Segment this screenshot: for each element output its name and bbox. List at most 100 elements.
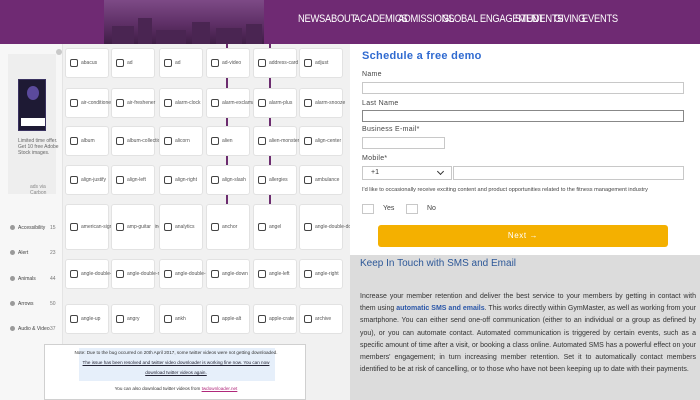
icon-tile[interactable]: allergies [253,165,297,195]
icon-tile[interactable]: align-slash [206,165,250,195]
icon-tile[interactable]: angle-right [299,259,343,289]
icon-tile[interactable]: ad [159,48,203,78]
email-field[interactable] [362,137,445,149]
icon-tile[interactable]: align-right [159,165,203,195]
icon-tile[interactable]: align-left [111,165,155,195]
angle-double-left-icon [70,270,78,278]
icon-tile[interactable]: angle-double-right [111,259,167,289]
icon-tile-label: alarm-plus [269,100,293,106]
sidebar-item-animals[interactable]: Animals 44 [4,273,62,285]
icon-tile-label: alarm-snooze [315,100,346,106]
icon-tile[interactable]: apple-alt [206,304,250,334]
icon-tile[interactable]: archive [299,304,343,334]
sms-email-link[interactable]: automatic SMS and emails [396,305,484,312]
country-code-select[interactable]: +1 [362,166,452,180]
ankh-icon [164,315,172,323]
abacus-icon [70,59,78,67]
icon-tile[interactable]: angle-down [206,259,250,289]
last-name-field[interactable] [362,110,684,122]
nav-academics[interactable]: ACADEMICS [354,13,408,31]
icon-tile[interactable]: album [65,126,109,156]
icon-tile-label: angle-down [222,271,248,277]
name-field[interactable] [362,82,684,94]
nav-global-engagement[interactable]: GLOBAL ENGAGEMENT [442,13,544,31]
no-radio[interactable] [406,204,418,214]
sidebar-item-count: 50 [50,301,56,307]
analytics-icon [164,223,172,231]
nav-students[interactable]: STUDENTS [515,13,564,31]
icon-tile[interactable]: alarm-clock [159,88,203,118]
sidebar-item-accessibility[interactable]: Accessibility 15 [4,222,62,234]
align-right-icon [164,176,172,184]
icon-tile[interactable]: alien [206,126,250,156]
icon-tile[interactable]: angle-double-down [299,204,350,250]
angry-icon [116,315,124,323]
category-icon [10,326,15,331]
sidebar-item-arrows[interactable]: Arrows 50 [4,298,62,310]
ad-caption[interactable]: Limited time offer. Get 10 free Adobe St… [18,138,62,156]
sidebar-item-count: 15 [50,225,56,231]
notice-line: download twitter videos again. [145,370,207,375]
apple-crate-icon [258,315,266,323]
ad-credit[interactable]: ads via Carbon [30,184,56,196]
icon-tile-label: angry [127,316,140,322]
icon-tile[interactable]: angle-double-up [159,259,211,289]
icon-tile[interactable]: anchor [206,204,250,250]
icon-tile[interactable]: ambulance [299,165,343,195]
icon-tile[interactable]: adjust [299,48,343,78]
icon-tile-label: air-freshener [127,100,156,106]
address-card-icon [258,59,266,67]
icon-tile[interactable]: apple-crate [253,304,297,334]
icon-tile[interactable]: align-justify [65,165,109,195]
icon-tile[interactable]: alicorn [159,126,203,156]
icon-tile-label: angel [269,224,282,230]
sidebar-item-label: Audio & Video [18,326,50,332]
next-button[interactable]: Next → [378,225,668,247]
icon-tile[interactable]: analytics [159,204,203,250]
notice-line: The issue has been resolved and twitter … [82,360,270,365]
allergies-icon [258,176,266,184]
icon-tile[interactable]: align-center [299,126,343,156]
mobile-field[interactable] [453,166,684,180]
icon-tile[interactable]: ad [111,48,155,78]
icon-tile[interactable]: angel [253,204,297,250]
icon-tile[interactable]: ad-video [206,48,250,78]
align-left-icon [116,176,124,184]
icon-tile[interactable]: angry [111,304,155,334]
alarm-exclamation-icon [211,99,219,107]
icon-tile[interactable]: air-freshener [111,88,155,118]
icon-tile[interactable]: angle-up [65,304,109,334]
icon-tile[interactable]: abacus [65,48,109,78]
icon-tile[interactable]: amp-guitar [111,204,155,250]
icon-tile[interactable]: ankh [159,304,203,334]
icon-tile[interactable]: angle-double-left [65,259,118,289]
nav-events[interactable]: EVENTS [582,13,618,31]
icon-tile[interactable]: address-card [253,48,299,78]
icon-tile-label: air-conditioner [81,100,113,106]
sidebar-item-audio-video[interactable]: Audio & Video 37 [4,323,62,335]
ad-image[interactable] [18,79,46,131]
icon-tile[interactable]: alien-monster [253,126,299,156]
icon-tile[interactable]: album-collection [111,126,163,156]
icon-tile[interactable]: air-conditioner [65,88,113,118]
nav-news[interactable]: NEWS [298,13,325,31]
icon-tile[interactable]: angle-left [253,259,297,289]
icon-tile-label: address-card [269,60,299,66]
twdownloader-link[interactable]: twdownloader.net [202,386,238,391]
nav-admissions[interactable]: ADMISSIONS [398,13,454,31]
sidebar-item-label: Animals [18,276,36,282]
nav-about[interactable]: ABOUT [325,13,356,31]
icon-tile-label: ad [127,60,133,66]
nav-giving[interactable]: GIVING [554,13,585,31]
yes-radio[interactable] [362,204,374,214]
yes-label: Yes [383,205,395,212]
carbon-ad[interactable]: Limited time offer. Get 10 free Adobe St… [8,54,59,196]
alien-icon [211,137,219,145]
icon-tile[interactable]: alarm-snooze [299,88,346,118]
icon-tile[interactable]: alarm-plus [253,88,297,118]
page-root: NEWS ABOUT ACADEMICS ADMISSIONS GLOBAL E… [0,0,700,400]
icon-tile[interactable]: alarm-exclamation [206,88,263,118]
alicorn-icon [164,137,172,145]
icon-tile[interactable]: american-sign-language-interpreting [65,204,161,250]
sidebar-item-alert[interactable]: Alert 23 [4,247,62,259]
